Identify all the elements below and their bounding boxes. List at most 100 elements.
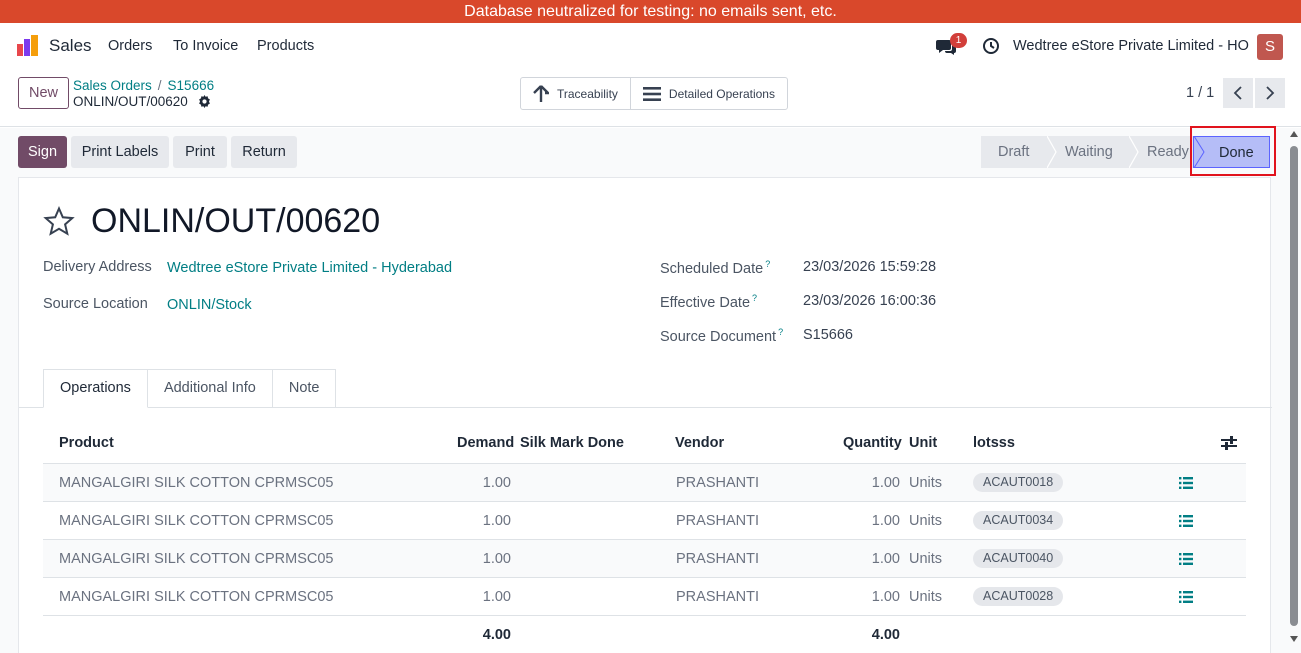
lot-tag: ACAUT0034: [973, 511, 1064, 530]
table-row[interactable]: MANGALGIRI SILK COTTON CPRMSC05 1.00 PRA…: [43, 501, 1246, 539]
quantity-cell: 1.00: [871, 513, 900, 529]
unit-cell: Units: [909, 589, 943, 605]
top-navbar: Sales Orders To Invoice Products 1 Wedtr…: [0, 23, 1301, 69]
column-header-silk-mark-done[interactable]: Silk Mark Done: [520, 435, 624, 451]
print-labels-button[interactable]: Print Labels: [71, 136, 169, 168]
column-header-demand[interactable]: Demand: [457, 435, 514, 451]
tab-operations[interactable]: Operations: [43, 369, 148, 408]
pager-value[interactable]: 1 / 1: [1186, 85, 1214, 101]
menu-orders[interactable]: Orders: [108, 38, 152, 54]
help-tooltip-icon[interactable]: ?: [778, 327, 783, 337]
notebook-tabs: Operations Additional Info Note: [43, 369, 337, 408]
stage-waiting-label: Waiting: [1065, 144, 1113, 160]
column-header-unit[interactable]: Unit: [909, 435, 937, 451]
pager-next-button[interactable]: [1255, 78, 1285, 108]
effective-date-label-text: Effective Date: [660, 294, 751, 311]
chevron-right-icon: [1266, 86, 1275, 100]
breadcrumb-order[interactable]: S15666: [168, 78, 215, 93]
source-document-label: Source Document?: [660, 327, 783, 345]
vendor-cell: PRASHANTI: [676, 513, 759, 529]
current-record-name: ONLIN/OUT/00620: [73, 94, 188, 109]
total-demand: 4.00: [482, 627, 511, 643]
scroll-up-arrow-icon[interactable]: [1290, 131, 1298, 137]
column-header-quantity[interactable]: Quantity: [843, 435, 902, 451]
vendor-cell: PRASHANTI: [676, 475, 759, 491]
chat-count-badge: 1: [950, 33, 967, 48]
delivery-address-field[interactable]: Wedtree eStore Private Limited - Hyderab…: [167, 260, 452, 276]
highlight-box: [1190, 126, 1276, 176]
lot-tag: ACAUT0028: [973, 587, 1064, 606]
source-location-label: Source Location: [43, 296, 148, 312]
table-footer-divider: [43, 615, 1246, 616]
stage-draft[interactable]: Draft: [981, 136, 1057, 168]
star-icon[interactable]: [43, 206, 75, 238]
traceability-label: Traceability: [557, 86, 618, 101]
column-header-product[interactable]: Product: [59, 435, 114, 451]
unit-cell: Units: [909, 551, 943, 567]
details-list-icon[interactable]: [1179, 477, 1193, 489]
activity-clock-icon[interactable]: [982, 37, 1000, 55]
vertical-scrollbar[interactable]: [1287, 128, 1301, 653]
neutralized-db-banner: Database neutralized for testing: no ema…: [0, 0, 1301, 23]
tab-additional-info[interactable]: Additional Info: [147, 369, 273, 408]
table-row[interactable]: MANGALGIRI SILK COTTON CPRMSC05 1.00 PRA…: [43, 463, 1246, 501]
sign-button[interactable]: Sign: [18, 136, 67, 168]
sales-app-icon[interactable]: [16, 34, 40, 58]
source-document-field[interactable]: S15666: [803, 327, 853, 343]
arrow-up-icon: [533, 84, 549, 102]
scrollbar-thumb[interactable]: [1290, 146, 1298, 626]
return-button[interactable]: Return: [231, 136, 297, 168]
gear-icon[interactable]: [198, 95, 211, 108]
help-tooltip-icon[interactable]: ?: [752, 293, 757, 303]
new-button[interactable]: New: [18, 77, 69, 109]
unit-cell: Units: [909, 513, 943, 529]
scheduled-date-field[interactable]: 23/03/2026 15:59:28: [803, 259, 936, 275]
demand-cell: 1.00: [482, 475, 511, 491]
column-header-lotsss[interactable]: lotsss: [973, 435, 1015, 451]
menu-to-invoice[interactable]: To Invoice: [173, 38, 238, 54]
effective-date-field: 23/03/2026 16:00:36: [803, 293, 937, 309]
tab-note[interactable]: Note: [272, 369, 337, 408]
details-list-icon[interactable]: [1179, 515, 1193, 527]
breadcrumb-sales-orders[interactable]: Sales Orders: [73, 78, 152, 93]
details-list-icon[interactable]: [1179, 553, 1193, 565]
quantity-cell: 1.00: [871, 551, 900, 567]
demand-cell: 1.00: [482, 551, 511, 567]
column-header-vendor[interactable]: Vendor: [675, 435, 724, 451]
stage-ready-label: Ready: [1147, 144, 1189, 160]
demand-cell: 1.00: [482, 513, 511, 529]
help-tooltip-icon[interactable]: ?: [765, 259, 770, 269]
smart-buttons: Traceability Detailed Operations: [520, 77, 788, 110]
stage-ready[interactable]: Ready: [1130, 136, 1193, 168]
table-row[interactable]: MANGALGIRI SILK COTTON CPRMSC05 1.00 PRA…: [43, 539, 1246, 577]
detailed-operations-button[interactable]: Detailed Operations: [629, 78, 787, 109]
scheduled-date-label-text: Scheduled Date: [660, 260, 764, 277]
unit-cell: Units: [909, 475, 943, 491]
scroll-down-arrow-icon[interactable]: [1290, 636, 1298, 642]
product-cell: MANGALGIRI SILK COTTON CPRMSC05: [59, 551, 334, 567]
control-panel: New Sales Orders / S15666 ONLIN/OUT/00620 …: [0, 69, 1301, 127]
total-quantity: 4.00: [871, 627, 900, 643]
breadcrumb: Sales Orders / S15666: [73, 78, 215, 93]
optional-columns-sliders-icon[interactable]: [1221, 436, 1237, 450]
company-switcher[interactable]: Wedtree eStore Private Limited - HO: [1013, 38, 1249, 54]
form-view: Sign Print Labels Print Return Draft Wai…: [0, 126, 1301, 653]
stage-arrow-icon: [1129, 136, 1139, 168]
source-location-field[interactable]: ONLIN/Stock: [167, 297, 252, 313]
stage-draft-label: Draft: [998, 144, 1030, 160]
print-button[interactable]: Print: [173, 136, 227, 168]
app-name[interactable]: Sales: [49, 36, 92, 56]
details-list-icon[interactable]: [1179, 591, 1193, 603]
pager-previous-button[interactable]: [1223, 78, 1253, 108]
user-avatar[interactable]: S: [1257, 34, 1283, 60]
menu-products[interactable]: Products: [257, 38, 314, 54]
demand-cell: 1.00: [482, 589, 511, 605]
stage-arrow-icon: [1047, 136, 1057, 168]
chevron-left-icon: [1233, 86, 1242, 100]
traceability-button[interactable]: Traceability: [521, 78, 630, 109]
table-row[interactable]: MANGALGIRI SILK COTTON CPRMSC05 1.00 PRA…: [43, 577, 1246, 615]
form-sheet: ONLIN/OUT/00620 Delivery Address Wedtree…: [18, 177, 1272, 653]
detailed-operations-label: Detailed Operations: [668, 86, 775, 101]
quantity-cell: 1.00: [871, 475, 900, 491]
stage-waiting[interactable]: Waiting: [1048, 136, 1139, 168]
